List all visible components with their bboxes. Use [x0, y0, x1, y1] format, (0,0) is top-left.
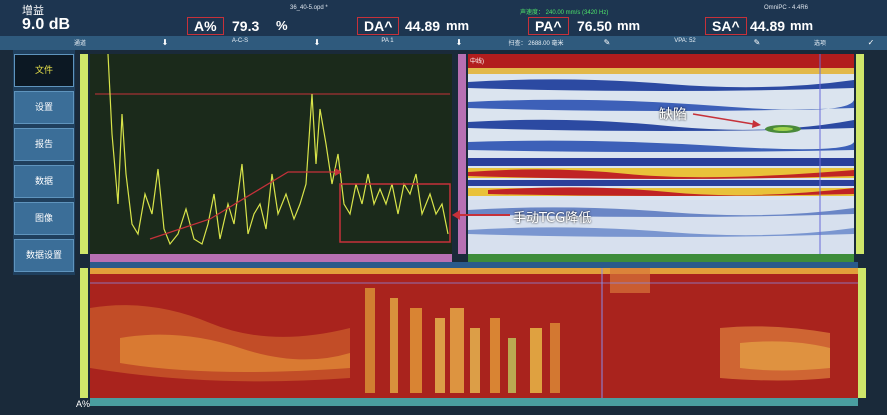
file-name: 36_40-5.opd *: [290, 5, 328, 11]
check-icon[interactable]: ✓: [866, 38, 876, 48]
measure-key-da[interactable]: DA^: [357, 17, 400, 35]
b-scan-right-ruler: [856, 54, 864, 254]
c-scan-vertical-ruler: [80, 268, 88, 398]
measure-value-pa: 76.50: [577, 18, 613, 34]
arrow-down-icon[interactable]: ⬇: [454, 38, 464, 48]
b-scan-horizontal-ruler: [468, 254, 854, 262]
defect-annotation: 缺陷: [659, 107, 687, 123]
measure-unit-sa: mm: [790, 18, 814, 33]
measure-unit-a-percent: %: [276, 18, 288, 33]
c-scan-image: [90, 268, 858, 398]
tab-vpa[interactable]: VPA: 52: [620, 38, 750, 48]
tcg-arrow-head: [452, 210, 460, 220]
a-scan-signal: [95, 53, 451, 246]
velocity-info: 声速度： 240.00 mm/s (3420 Hz): [520, 10, 609, 16]
arrow-down-icon[interactable]: ⬇: [312, 38, 322, 48]
sidebar-item-report[interactable]: 报告: [14, 128, 74, 161]
sidebar-item-image[interactable]: 图像: [14, 202, 74, 235]
measure-value-a-percent: 79.3: [232, 18, 260, 34]
gain-value[interactable]: 9.0 dB: [22, 16, 70, 34]
sidebar-item-settings[interactable]: 设置: [14, 91, 74, 124]
b-scan-vertical-ruler: [458, 54, 466, 254]
pencil-icon[interactable]: ✎: [752, 38, 762, 48]
c-scan-bottom-ruler: [90, 398, 858, 406]
c-scan-view[interactable]: [90, 268, 858, 398]
a-scan-view[interactable]: [90, 53, 452, 254]
measure-key-pa[interactable]: PA^: [528, 17, 569, 35]
tab-view-layout[interactable]: A-C-S: [175, 38, 305, 48]
app-version: OmniPC - 4.4R6: [764, 5, 809, 11]
measure-value-sa: 44.89: [750, 18, 786, 34]
sidebar-item-data[interactable]: 数据: [14, 165, 74, 198]
tcg-annotation: 手动TCG降低: [513, 211, 592, 226]
b-scan-header: 中线): [470, 59, 484, 65]
measure-key-sa[interactable]: SA^: [705, 17, 747, 35]
a-scan-vertical-ruler: [80, 54, 88, 254]
amplitude-axis-label: A%: [76, 399, 91, 409]
arrow-down-icon[interactable]: ⬇: [160, 38, 170, 48]
c-scan-right-ruler: [858, 268, 866, 398]
tab-options[interactable]: 选项: [765, 38, 875, 48]
measure-unit-da: mm: [446, 18, 470, 33]
tab-channel[interactable]: 通道: [20, 38, 140, 48]
sidebar-item-file[interactable]: 文件: [14, 54, 74, 87]
measure-key-a-percent[interactable]: A%: [187, 17, 224, 35]
tab-scan-position[interactable]: 扫查： 2688.00 毫米: [466, 38, 606, 48]
sidebar-item-data-settings[interactable]: 数据设置: [14, 239, 74, 272]
a-scan-horizontal-ruler: [90, 254, 452, 262]
measure-unit-pa: mm: [617, 18, 641, 33]
pencil-icon[interactable]: ✎: [602, 38, 612, 48]
measure-value-da: 44.89: [405, 18, 441, 34]
tab-pa-group[interactable]: PA 1: [325, 38, 450, 48]
tcg-arrow-line: [456, 214, 510, 216]
